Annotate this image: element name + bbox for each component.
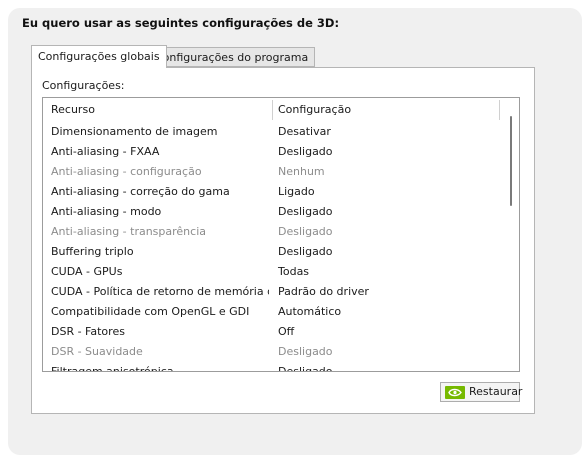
tab-global-settings[interactable]: Configurações globais <box>31 45 167 68</box>
table-row[interactable]: Anti-aliasing - transparência Desligado <box>43 222 505 242</box>
column-divider <box>499 100 500 120</box>
table-row[interactable]: Anti-aliasing - FXAA Desligado <box>43 142 505 162</box>
row-resource-name: Buffering triplo <box>51 245 134 258</box>
table-row[interactable]: Filtragem anisotrópica Desligado <box>43 362 505 372</box>
table-row[interactable]: Dimensionamento de imagem Desativar <box>43 122 505 142</box>
row-resource-name: CUDA - GPUs <box>51 265 123 278</box>
row-configuration-value[interactable]: Desligado <box>278 362 333 371</box>
row-resource-name: Compatibilidade com OpenGL e GDI <box>51 305 250 318</box>
row-resource-name: Anti-aliasing - configuração <box>51 165 202 178</box>
row-configuration-value[interactable]: Desligado <box>278 342 333 362</box>
row-resource-name: Anti-aliasing - correção do gama <box>51 185 230 198</box>
row-configuration-value[interactable]: Desligado <box>278 222 333 242</box>
row-configuration-value[interactable]: Ligado <box>278 182 315 202</box>
page-heading: Eu quero usar as seguintes configurações… <box>22 16 340 30</box>
settings-list[interactable]: Recurso Configuração Dimensionamento de … <box>42 97 520 372</box>
table-row[interactable]: CUDA - GPUs Todas <box>43 262 505 282</box>
vertical-scrollbar[interactable] <box>503 98 519 371</box>
column-header-resource[interactable]: Recurso <box>51 98 95 122</box>
row-configuration-value[interactable]: Automático <box>278 302 341 322</box>
column-divider[interactable] <box>272 100 273 120</box>
restore-button[interactable]: Restaurar <box>440 382 523 402</box>
row-resource-name: Dimensionamento de imagem <box>51 125 218 138</box>
table-row[interactable]: Buffering triplo Desligado <box>43 242 505 262</box>
row-configuration-value[interactable]: Padrão do driver <box>278 282 369 302</box>
row-configuration-value[interactable]: Nenhum <box>278 162 325 182</box>
restore-button-label: Restaurar <box>469 385 523 398</box>
settings-label: Configurações: <box>42 79 125 92</box>
row-configuration-value[interactable]: Off <box>278 322 294 342</box>
row-resource-name: DSR - Suavidade <box>51 345 143 358</box>
table-row[interactable]: Compatibilidade com OpenGL e GDI Automáti… <box>43 302 505 322</box>
table-row[interactable]: Anti-aliasing - configuração Nenhum <box>43 162 505 182</box>
row-resource-name: CUDA - Política de retorno de memória do… <box>51 285 269 298</box>
scrollbar-thumb[interactable] <box>510 116 512 206</box>
row-configuration-value[interactable]: Desligado <box>278 202 333 222</box>
row-configuration-value[interactable]: Todas <box>278 262 309 282</box>
settings-rows: Dimensionamento de imagem Desativar Anti-a… <box>43 122 505 372</box>
table-row[interactable]: DSR - Suavidade Desligado <box>43 342 505 362</box>
table-row[interactable]: CUDA - Política de retorno de memória do… <box>43 282 505 302</box>
table-row[interactable]: Anti-aliasing - modo Desligado <box>43 202 505 222</box>
tab-program-settings[interactable]: Configurações do programa <box>149 47 316 67</box>
column-header-configuration[interactable]: Configuração <box>278 98 351 122</box>
table-row[interactable]: DSR - Fatores Off <box>43 322 505 342</box>
nvidia-logo-icon <box>445 386 465 399</box>
row-configuration-value[interactable]: Desligado <box>278 142 333 162</box>
row-resource-name: Anti-aliasing - modo <box>51 205 162 218</box>
row-resource-name: Anti-aliasing - transparência <box>51 225 206 238</box>
row-resource-name: Anti-aliasing - FXAA <box>51 145 160 158</box>
table-row[interactable]: Anti-aliasing - correção do gama Ligado <box>43 182 505 202</box>
row-resource-name: Filtragem anisotrópica <box>51 365 174 372</box>
row-resource-name: DSR - Fatores <box>51 325 125 338</box>
row-configuration-value[interactable]: Desligado <box>278 242 333 262</box>
row-configuration-value[interactable]: Desativar <box>278 122 331 142</box>
